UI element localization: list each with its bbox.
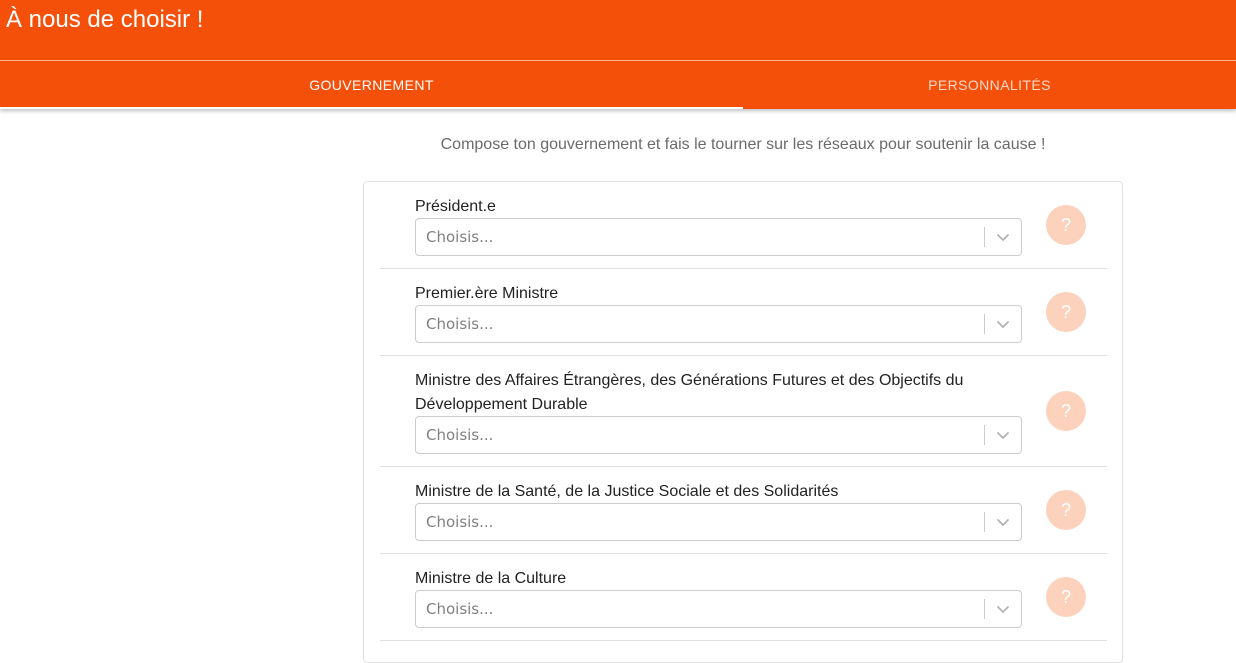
help-button[interactable]: ? — [1046, 205, 1086, 245]
government-form-card: Président.e Choisis... ? Premier.ère Min… — [363, 181, 1123, 663]
help-button[interactable]: ? — [1046, 391, 1086, 431]
role-label: Ministre de la Santé, de la Justice Soci… — [415, 483, 839, 500]
chevron-down-icon[interactable] — [993, 512, 1013, 532]
role-select-president[interactable]: Choisis... — [415, 218, 1022, 256]
chevron-down-icon[interactable] — [993, 425, 1013, 445]
role-select-culture[interactable]: Choisis... — [415, 590, 1022, 628]
role-row-affaires-etrangeres: Ministre des Affaires Étrangères, des Gé… — [380, 356, 1107, 467]
tab-gouvernement[interactable]: GOUVERNEMENT — [0, 61, 743, 109]
help-button[interactable]: ? — [1046, 577, 1086, 617]
intro-text: Compose ton gouvernement et fais le tour… — [440, 136, 1046, 153]
role-select-sante[interactable]: Choisis... — [415, 503, 1022, 541]
select-separator — [984, 425, 985, 445]
tab-gouvernement-label: GOUVERNEMENT — [309, 77, 434, 93]
role-select-affaires-etrangeres[interactable]: Choisis... — [415, 416, 1022, 454]
role-label: Ministre des Affaires Étrangères, des Gé… — [415, 372, 964, 413]
tab-personnalites[interactable]: PERSONNALITÉS — [743, 61, 1236, 109]
app-title: À nous de choisir ! — [6, 6, 204, 33]
role-label: Premier.ère Ministre — [415, 285, 559, 302]
select-placeholder: Choisis... — [426, 600, 494, 618]
select-separator — [984, 227, 985, 247]
select-placeholder: Choisis... — [426, 228, 494, 246]
role-row-culture: Ministre de la Culture Choisis... ? — [380, 554, 1107, 641]
select-separator — [984, 512, 985, 532]
chevron-down-icon[interactable] — [993, 314, 1013, 334]
tab-personnalites-label: PERSONNALITÉS — [928, 77, 1051, 93]
role-row-sante: Ministre de la Santé, de la Justice Soci… — [380, 467, 1107, 554]
chevron-down-icon[interactable] — [993, 599, 1013, 619]
select-separator — [984, 314, 985, 334]
select-placeholder: Choisis... — [426, 426, 494, 444]
select-placeholder: Choisis... — [426, 315, 494, 333]
active-tab-indicator — [0, 107, 743, 109]
help-button[interactable]: ? — [1046, 490, 1086, 530]
select-placeholder: Choisis... — [426, 513, 494, 531]
help-button[interactable]: ? — [1046, 292, 1086, 332]
role-label: Ministre de la Culture — [415, 570, 567, 587]
role-row-premier-ministre: Premier.ère Ministre Choisis... ? — [380, 269, 1107, 356]
tab-bar: GOUVERNEMENT PERSONNALITÉS — [0, 61, 1236, 109]
app-bar: À nous de choisir ! GOUVERNEMENT PERSONN… — [0, 0, 1236, 109]
select-separator — [984, 599, 985, 619]
role-row-president: Président.e Choisis... ? — [380, 182, 1107, 269]
role-select-premier-ministre[interactable]: Choisis... — [415, 305, 1022, 343]
role-label: Président.e — [415, 198, 496, 215]
chevron-down-icon[interactable] — [993, 227, 1013, 247]
